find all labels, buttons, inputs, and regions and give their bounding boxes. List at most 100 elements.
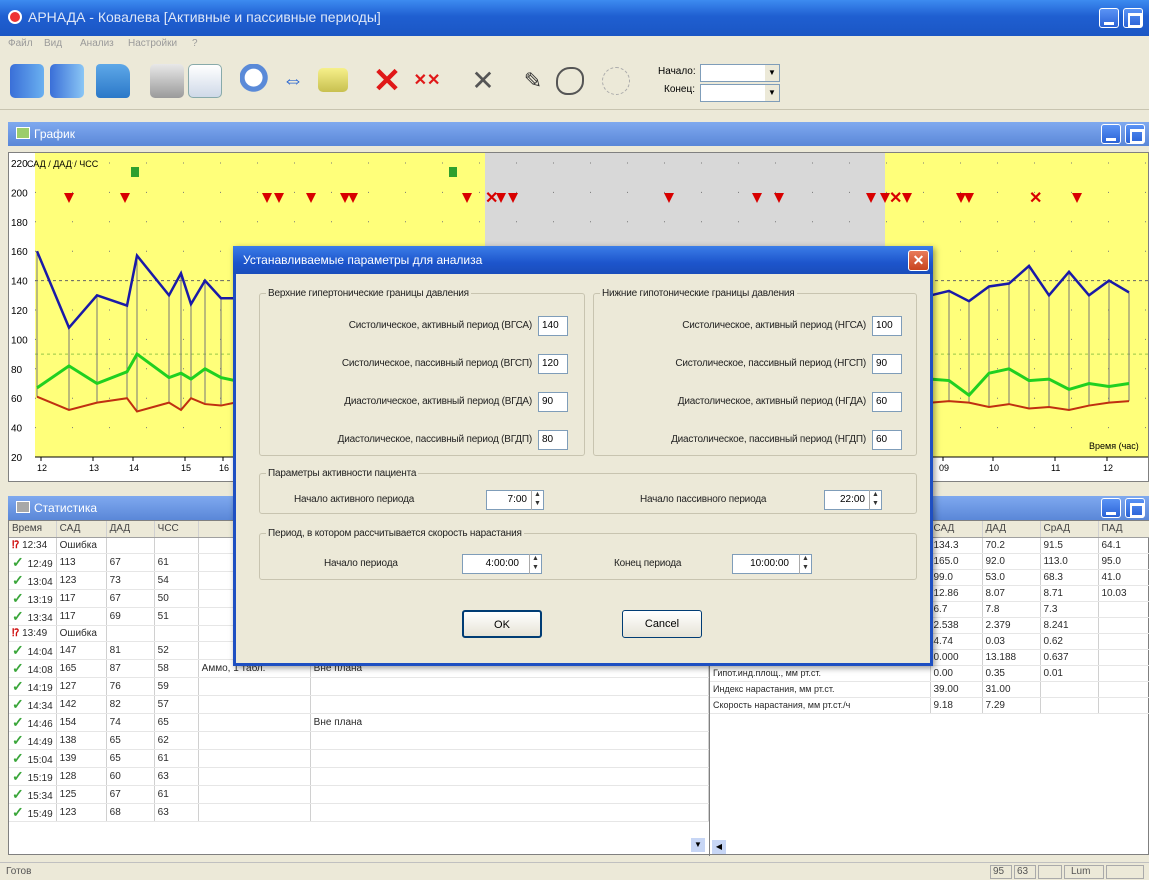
print-preview-icon[interactable] — [188, 64, 222, 98]
open-folder-icon[interactable] — [96, 64, 130, 98]
x-tick-label: 10 — [989, 463, 999, 473]
limit-input[interactable]: 80 — [538, 430, 568, 450]
cell-dad: 65 — [106, 749, 155, 768]
marker-cross: ✕ — [889, 190, 902, 207]
chart-window-titlebar: График — [8, 122, 1149, 146]
summary-cell: 8.07 — [982, 585, 1041, 602]
cell-note1 — [198, 767, 311, 786]
summary-cell: 6.7 — [930, 601, 983, 618]
table-row[interactable]: ✓ 15:34 125 67 61 — [9, 785, 709, 804]
stats-maximize-button[interactable] — [1125, 498, 1145, 518]
summary-cell — [1098, 601, 1149, 618]
summary-row: Индекс нарастания, мм рт.ст. 39.00 31.00 — [710, 681, 1149, 698]
start-select[interactable]: ▼ — [700, 64, 780, 82]
active-start-input[interactable]: 7:00 ▲ ▼ — [486, 490, 544, 510]
limit-label: Систолическое, активный период (ВГСА) — [348, 320, 532, 331]
cell-chss — [154, 537, 199, 554]
table-row[interactable]: ✓ 15:04 139 65 61 — [9, 749, 709, 768]
cell-dad: 67 — [106, 785, 155, 804]
summary-cell: 10.03 — [1098, 585, 1149, 602]
cancel-button[interactable]: Cancel — [622, 610, 702, 638]
zoom-icon[interactable] — [240, 64, 274, 98]
table-row[interactable]: ✓ 15:49 123 68 63 — [9, 803, 709, 822]
cell-sad: 125 — [56, 785, 107, 804]
limit-input[interactable]: 60 — [872, 392, 902, 412]
summary-cell — [1098, 633, 1149, 650]
check-icon: ✓ — [12, 695, 28, 712]
delete-cross-icon[interactable]: ✕ — [370, 64, 404, 98]
menu-view[interactable]: Вид — [44, 38, 62, 49]
col-time[interactable]: Время — [9, 521, 57, 538]
cell-sad: 128 — [56, 767, 107, 786]
rate-start-spinner[interactable]: ▲ ▼ — [529, 554, 541, 574]
cell-sad: 123 — [56, 803, 107, 822]
summary-cell: 8.241 — [1040, 617, 1099, 634]
dialog-close-button[interactable]: ✕ — [908, 250, 929, 271]
y-axis-label: САД / ДАД / ЧСС — [27, 159, 99, 169]
ok-button[interactable]: OK — [462, 610, 542, 638]
cell-time: ✓ 15:19 — [9, 767, 57, 786]
summary-cell — [1040, 697, 1099, 714]
end-select[interactable]: ▼ — [700, 84, 780, 102]
cell-note1 — [198, 749, 311, 768]
col-chss[interactable]: ЧСС — [154, 521, 199, 538]
summary-cell: 7.8 — [982, 601, 1041, 618]
stats-minimize-button[interactable] — [1101, 498, 1121, 518]
limit-input[interactable]: 120 — [538, 354, 568, 374]
records-icon[interactable] — [10, 64, 44, 98]
cell-sad: 147 — [56, 641, 107, 660]
cell-sad: Ошибка — [56, 537, 107, 554]
tools-icon[interactable]: ✕ — [466, 64, 500, 98]
limit-input[interactable]: 90 — [872, 354, 902, 374]
print-icon[interactable] — [150, 64, 184, 98]
cell-time: ✓ 15:49 — [9, 803, 57, 822]
minimize-button[interactable] — [1099, 8, 1119, 28]
limit-label: Систолическое, активный период (НГСА) — [682, 320, 866, 331]
passive-start-spinner[interactable]: ▲ ▼ — [869, 490, 881, 510]
menu-help[interactable]: ? — [192, 38, 198, 49]
menu-settings[interactable]: Настройки — [128, 38, 177, 49]
table-row[interactable]: ✓ 14:34 142 82 57 — [9, 695, 709, 714]
scroll-left-icon[interactable]: ◀ — [712, 840, 726, 854]
cell-chss: 65 — [154, 713, 199, 732]
active-start-spinner[interactable]: ▲ ▼ — [531, 490, 543, 510]
rate-end-input[interactable]: 10:00:00 ▲ ▼ — [732, 554, 812, 574]
menu-file[interactable]: Файл — [8, 38, 33, 49]
chart-maximize-button[interactable] — [1125, 124, 1145, 144]
chart-minimize-button[interactable] — [1101, 124, 1121, 144]
table-row[interactable]: ✓ 14:46 154 74 65 Вне плана — [9, 713, 709, 732]
rate-start-input[interactable]: 4:00:00 ▲ ▼ — [462, 554, 542, 574]
comment-icon[interactable] — [318, 68, 348, 92]
error-icon: ⁉ — [12, 627, 23, 639]
pen-icon[interactable]: ✎ — [516, 64, 550, 98]
row-time: 12:49 — [27, 558, 53, 570]
cell-chss: 50 — [154, 589, 199, 608]
passive-start-input[interactable]: 22:00 ▲ ▼ — [824, 490, 882, 510]
limit-input[interactable]: 60 — [872, 430, 902, 450]
col-sad[interactable]: САД — [56, 521, 107, 538]
records-alt-icon[interactable] — [50, 64, 84, 98]
menu-analysis[interactable]: Анализ — [80, 38, 114, 49]
table-row[interactable]: ✓ 15:19 128 60 63 — [9, 767, 709, 786]
summary-cell — [1040, 681, 1099, 698]
cell-time: ✓ 13:04 — [9, 571, 57, 590]
table-row[interactable]: ✓ 14:49 138 65 62 — [9, 731, 709, 750]
delete-range-icon[interactable]: ✕✕ — [410, 64, 444, 98]
status-text: Готов — [6, 866, 32, 877]
limit-input[interactable]: 90 — [538, 392, 568, 412]
y-tick-label: 140 — [11, 277, 28, 288]
scroll-down-icon[interactable]: ▼ — [691, 838, 705, 852]
col-dad[interactable]: ДАД — [106, 521, 155, 538]
pan-arrows-icon[interactable]: ⇔ — [276, 64, 310, 98]
check-icon: ✓ — [12, 767, 28, 784]
table-row[interactable]: ✓ 14:19 127 76 59 — [9, 677, 709, 696]
check-icon: ✓ — [12, 607, 28, 624]
end-label: Конец: — [664, 84, 695, 95]
limit-input[interactable]: 140 — [538, 316, 568, 336]
limit-input[interactable]: 100 — [872, 316, 902, 336]
cell-dad: 69 — [106, 607, 155, 626]
maximize-button[interactable] — [1123, 8, 1143, 28]
rate-end-spinner[interactable]: ▲ ▼ — [799, 554, 811, 574]
shape-icon[interactable] — [556, 67, 584, 95]
cell-dad: 73 — [106, 571, 155, 590]
